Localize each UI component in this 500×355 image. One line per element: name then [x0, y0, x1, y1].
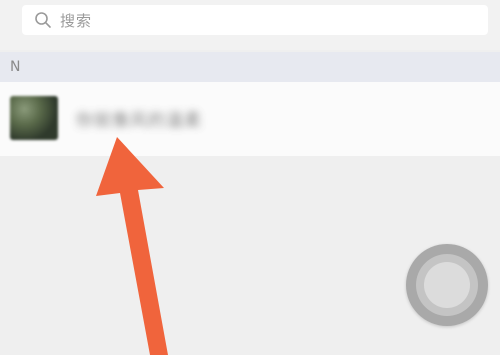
search-placeholder: 搜索	[60, 11, 93, 30]
assistive-touch-core	[424, 262, 470, 308]
section-header: N	[0, 52, 500, 82]
avatar	[10, 96, 58, 140]
section-letter: N	[10, 59, 21, 75]
red-arrow-icon	[96, 137, 168, 355]
contact-list-item[interactable]: 你就像风的温柔	[0, 82, 500, 156]
contact-name: 你就像风的温柔	[76, 111, 202, 131]
search-input[interactable]: 搜索	[22, 5, 488, 35]
assistive-touch-button[interactable]	[406, 244, 488, 326]
search-icon	[34, 11, 52, 29]
assistive-touch-ring	[416, 254, 478, 316]
search-bar-area: 搜索	[0, 0, 500, 50]
